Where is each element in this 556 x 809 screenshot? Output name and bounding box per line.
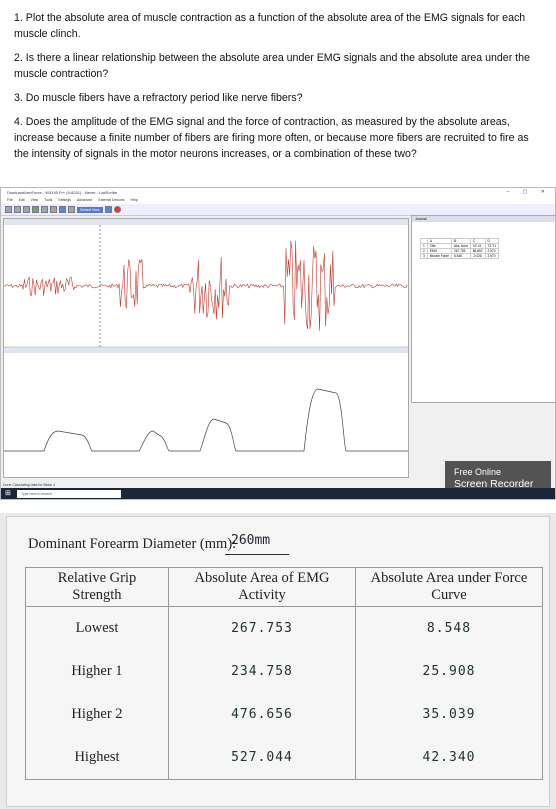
record-icon[interactable] — [113, 206, 121, 213]
journal-cell[interactable]: 3 — [420, 253, 428, 259]
window-controls[interactable]: – ▢ ✕ — [507, 188, 551, 197]
diameter-value: 260mm — [231, 533, 271, 548]
question-4: 4. Does the amplitude of the EMG signal … — [14, 116, 529, 160]
grip-strength-cell: Higher 2 — [25, 693, 169, 736]
emg-area-cell: 527.044 — [168, 736, 356, 780]
journal-row: 3 Muscle Force 8.548 -0.026 2.970 — [420, 253, 499, 259]
menu-file[interactable]: File — [7, 198, 13, 202]
question-1: 1. Plot the absolute area of muscle cont… — [14, 12, 526, 40]
emg-area-cell: 234.758 — [168, 650, 356, 693]
header-emg-area: Absolute Area of EMG Activity — [168, 567, 356, 607]
menu-edit[interactable]: Edit — [19, 198, 25, 202]
marker-icon[interactable] — [68, 206, 75, 213]
emg-area-cell: 267.753 — [168, 606, 356, 650]
header-force-area: Absolute Area under Force Curve — [355, 567, 543, 607]
journal-cell[interactable]: 2.970 — [484, 253, 499, 259]
zoom-icon[interactable] — [41, 206, 48, 213]
labscribe-screenshot: DominantArmForce - W3145 Fr+ (9-8201) - … — [0, 187, 556, 500]
emg-trace — [3, 240, 408, 331]
journal-table: A B C D 1 Title Abs. Area V2-V1 T2-T1 2 EMG 267.753… — [420, 238, 499, 259]
save-icon[interactable] — [23, 206, 30, 213]
window-titlebar: DominantArmForce - W3145 Fr+ (9-8201) - … — [1, 188, 555, 197]
emg-area-cell: 476.656 — [168, 693, 356, 736]
menu-advanced[interactable]: Advanced — [77, 198, 93, 202]
screen-recorder-overlay[interactable]: Free Online Screen Recorder — [445, 461, 551, 491]
journal-cell[interactable]: Muscle Force — [426, 253, 452, 259]
journal-cell[interactable]: -0.026 — [469, 253, 486, 259]
taskbar-search-input[interactable]: Type here to search — [17, 489, 121, 498]
force-trace — [4, 388, 408, 452]
data-table: Relative Grip Strength Absolute Area of … — [25, 567, 543, 780]
menu-settings[interactable]: Settings — [58, 198, 71, 202]
window-title: DominantArmForce - W3145 Fr+ (9-8201) - … — [7, 190, 118, 195]
menu-external-devices[interactable]: External Devices — [98, 198, 124, 202]
menu-bar: File Edit View Tools Settings Advanced E… — [1, 197, 555, 204]
force-area-cell: 42.340 — [355, 736, 543, 780]
emg-channel-header — [4, 219, 408, 225]
force-area-cell: 8.548 — [355, 606, 543, 650]
table-row: Highest 527.044 42.340 — [25, 736, 543, 780]
table-header-row: Relative Grip Strength Absolute Area of … — [25, 567, 543, 607]
question-list: 1. Plot the absolute area of muscle cont… — [14, 10, 544, 170]
grip-strength-cell: Higher 1 — [25, 650, 169, 693]
trace-svg — [3, 219, 408, 452]
force-area-cell: 25.908 — [355, 650, 543, 693]
status-bar-text: Done Calculating data for Block 4 — [3, 483, 55, 487]
question-2: 2. Is there a linear relationship betwee… — [14, 52, 530, 80]
record-view-icon[interactable] — [32, 206, 39, 213]
diameter-underline — [225, 554, 289, 555]
header-grip-strength: Relative Grip Strength — [25, 567, 169, 607]
grip-strength-cell: Highest — [25, 736, 169, 780]
analysis-icon[interactable] — [59, 206, 66, 213]
table-row: Lowest 267.753 8.548 — [25, 606, 543, 650]
question-3: 3. Do muscle fibers have a refractory pe… — [14, 92, 303, 104]
recording-plot — [3, 218, 409, 478]
journal-panel-title: Journal — [412, 216, 555, 222]
table-row: Higher 2 476.656 35.039 — [25, 693, 543, 736]
windows-start-icon[interactable]: ⊞ — [5, 490, 13, 498]
journal-panel: Journal A B C D 1 Title Abs. Area V2-V1 T2-T1 2 EM… — [411, 215, 555, 403]
diameter-label: Dominant Forearm Diameter (mm): — [28, 536, 237, 552]
display-icon[interactable] — [104, 206, 112, 213]
new-file-icon[interactable] — [5, 206, 12, 213]
journal-cell[interactable]: Abs. Area — [450, 243, 471, 249]
menu-view[interactable]: View — [31, 198, 39, 202]
recorder-line-1: Free Online — [454, 467, 502, 477]
worksheet-photo: Dominant Forearm Diameter (mm): 260mm Re… — [0, 513, 556, 809]
force-channel-header — [4, 347, 408, 353]
journal-cell[interactable]: 8.548 — [450, 253, 471, 259]
cursor-icon[interactable] — [50, 206, 57, 213]
grip-strength-cell: Lowest — [25, 606, 169, 650]
table-row: Higher 1 234.758 25.908 — [25, 650, 543, 693]
open-file-icon[interactable] — [14, 206, 21, 213]
taskbar: ⊞ Type here to search — [1, 488, 555, 499]
menu-tools[interactable]: Tools — [44, 198, 52, 202]
default-view-button[interactable]: Default View — [77, 206, 103, 213]
worksheet-paper: Dominant Forearm Diameter (mm): 260mm Re… — [6, 516, 550, 807]
menu-help[interactable]: Help — [131, 198, 138, 202]
force-area-cell: 35.039 — [355, 693, 543, 736]
